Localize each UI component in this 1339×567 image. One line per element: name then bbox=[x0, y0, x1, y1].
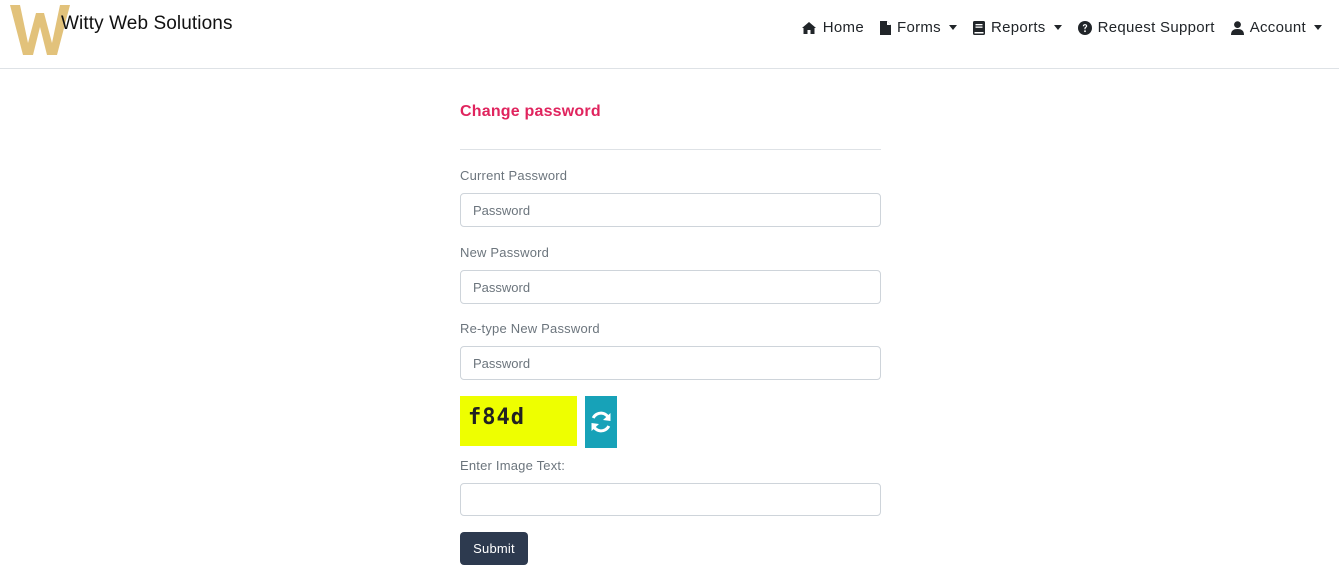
nav-reports[interactable]: Reports bbox=[972, 19, 1062, 36]
new-password-input[interactable] bbox=[460, 270, 881, 304]
image-text-input[interactable] bbox=[460, 483, 881, 516]
change-password-form: Change password Current Password New Pas… bbox=[460, 100, 881, 565]
current-password-label: Current Password bbox=[460, 168, 568, 183]
nav-reports-label: Reports bbox=[990, 19, 1046, 36]
chevron-down-icon bbox=[948, 25, 957, 30]
chevron-down-icon bbox=[1053, 25, 1062, 30]
book-icon bbox=[972, 20, 985, 35]
main-nav: Home Forms Reports Request Support Accou… bbox=[801, 19, 1322, 36]
divider bbox=[460, 149, 881, 150]
brand-name[interactable]: Witty Web Solutions bbox=[61, 13, 233, 35]
home-icon bbox=[801, 21, 816, 34]
submit-button[interactable]: Submit bbox=[460, 532, 528, 565]
page-title: Change password bbox=[460, 103, 601, 120]
nav-forms[interactable]: Forms bbox=[879, 19, 957, 36]
retype-password-input[interactable] bbox=[460, 346, 881, 380]
image-text-label: Enter Image Text: bbox=[460, 458, 566, 473]
retype-password-label: Re-type New Password bbox=[460, 321, 600, 336]
nav-home-label: Home bbox=[822, 19, 864, 36]
refresh-icon bbox=[591, 411, 611, 433]
chevron-down-icon bbox=[1314, 25, 1322, 30]
nav-request-support-label: Request Support bbox=[1097, 19, 1215, 36]
top-navbar: Witty Web Solutions Home Forms Reports R… bbox=[0, 0, 1339, 69]
captcha-refresh-button[interactable] bbox=[585, 396, 617, 448]
captcha-text: f84d bbox=[468, 405, 525, 430]
captcha-image: f84d bbox=[460, 396, 577, 446]
nav-account-label: Account bbox=[1249, 19, 1306, 36]
current-password-input[interactable] bbox=[460, 193, 881, 227]
question-circle-icon bbox=[1077, 20, 1092, 35]
nav-request-support[interactable]: Request Support bbox=[1077, 19, 1215, 36]
file-icon bbox=[879, 20, 891, 35]
user-icon bbox=[1230, 20, 1244, 35]
new-password-label: New Password bbox=[460, 245, 550, 260]
nav-home[interactable]: Home bbox=[801, 19, 864, 36]
nav-account[interactable]: Account bbox=[1230, 19, 1322, 36]
nav-forms-label: Forms bbox=[896, 19, 941, 36]
